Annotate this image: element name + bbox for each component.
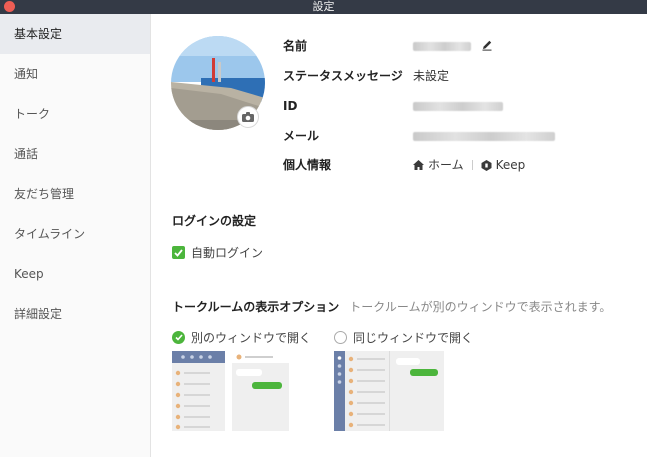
title-bar: 設定 [0,0,647,14]
talkroom-hint: トークルームが別のウィンドウで表示されます。 [349,300,612,314]
option-separate-label: 別のウィンドウで開く [191,331,312,345]
name-value [413,38,493,55]
radio-selected-icon [172,331,185,344]
sidebar-item-advanced[interactable]: 詳細設定 [0,294,150,334]
talkroom-title: トークルームの表示オプション [172,300,340,314]
home-link-label: ホーム [428,158,464,172]
sidebar-item-friends[interactable]: 友だち管理 [0,174,150,214]
name-label: 名前 [283,39,308,53]
email-value [413,128,555,144]
link-divider [471,160,473,170]
login-section-title: ログインの設定 [172,214,257,228]
sidebar: 基本設定 通知 トーク 通話 友だち管理 タイムライン Keep 詳細設定 [0,14,151,457]
personal-info-label: 個人情報 [283,158,332,172]
home-icon [413,160,424,170]
keep-link-label: Keep [495,158,526,172]
sidebar-item-calls[interactable]: 通話 [0,134,150,174]
auto-login-checkbox[interactable]: 自動ログイン [172,244,263,261]
main-panel: 名前 ステータスメッセージ 未設定 ID メール 個人情報 ホーム Keep ロ… [152,14,647,457]
option-separate-window[interactable]: 別のウィンドウで開く [172,329,311,346]
sidebar-item-notifications[interactable]: 通知 [0,54,150,94]
status-value[interactable]: 未設定 [413,68,449,84]
window-title: 設定 [312,0,335,13]
sidebar-item-timeline[interactable]: タイムライン [0,214,150,254]
sidebar-item-talk[interactable]: トーク [0,94,150,134]
personal-info-links: ホーム Keep [413,157,525,173]
radio-unselected-icon [334,331,347,344]
camera-icon[interactable] [237,106,259,128]
id-label: ID [283,99,298,113]
auto-login-label: 自動ログイン [191,246,264,260]
edit-icon[interactable] [481,39,493,55]
keep-icon [481,159,492,171]
email-label: メール [283,129,320,143]
talkroom-section-title: トークルームの表示オプション トークルームが別のウィンドウで表示されます。 [172,298,611,315]
preview-separate-window[interactable] [172,351,289,434]
option-same-label: 同じウィンドウで開く [353,331,474,345]
check-icon [172,246,185,259]
keep-link[interactable]: Keep [481,157,526,173]
home-link[interactable]: ホーム [413,157,464,173]
sidebar-item-keep[interactable]: Keep [0,254,150,294]
sidebar-item-basic-settings[interactable]: 基本設定 [0,14,150,54]
preview-same-window[interactable] [334,351,444,434]
status-label: ステータスメッセージ [283,69,403,83]
option-same-window[interactable]: 同じウィンドウで開く [334,329,473,346]
id-value [413,98,503,114]
